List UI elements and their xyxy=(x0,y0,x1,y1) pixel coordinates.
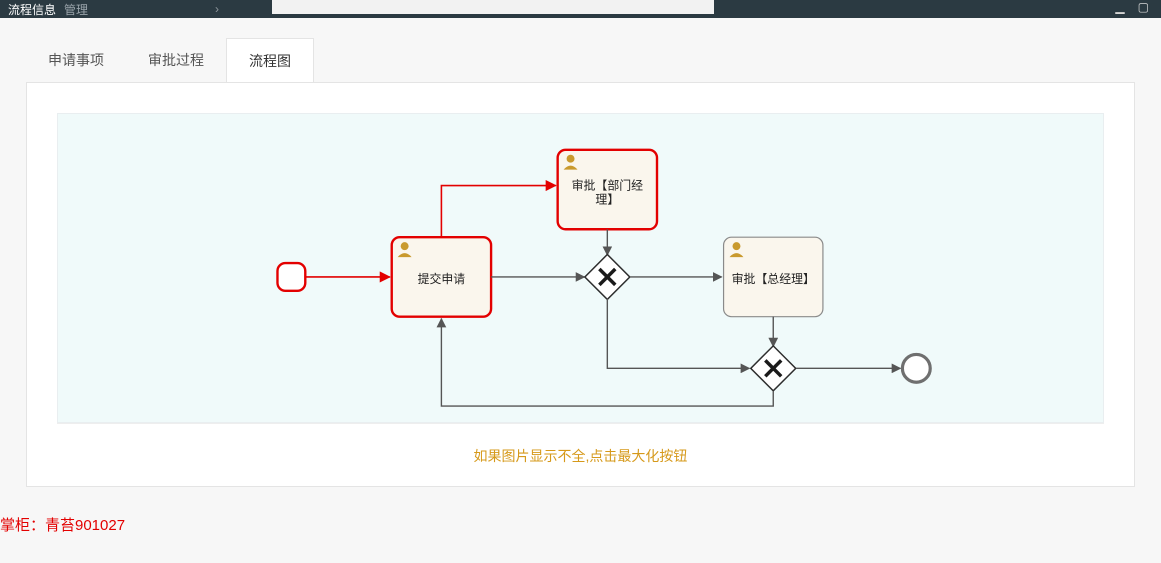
maximize-icon[interactable]: ▢ xyxy=(1138,0,1149,14)
gateway-2 xyxy=(751,346,796,391)
content-area: 申请事项 审批过程 流程图 xyxy=(0,18,1161,563)
task-gm-label: 审批【总经理】 xyxy=(732,272,815,286)
hint-text: 如果图片显示不全,点击最大化按钮 xyxy=(57,423,1104,476)
tab-approval-process[interactable]: 审批过程 xyxy=(126,38,226,83)
gateway-1 xyxy=(585,254,630,299)
task-submit-label: 提交申请 xyxy=(418,272,466,286)
watermark-text: 掌柜：青苔901027 xyxy=(0,514,125,535)
start-event xyxy=(277,263,305,291)
window-title: 流程信息 xyxy=(8,1,56,18)
flowchart-panel: 提交申请 审批【部门经 理】 xyxy=(26,82,1135,487)
tab-flowchart[interactable]: 流程图 xyxy=(226,38,314,83)
task-dept-label-2: 理】 xyxy=(595,192,619,206)
task-dept-label-1: 审批【部门经 xyxy=(572,179,644,193)
window-controls: ▁ ▢ xyxy=(1115,0,1149,14)
bpmn-svg: 提交申请 审批【部门经 理】 xyxy=(58,114,1103,422)
title-bar: 流程信息 管理 › ▁ ▢ xyxy=(0,0,1161,18)
breadcrumb-subtitle: 管理 xyxy=(64,1,88,18)
bpmn-diagram: 提交申请 审批【部门经 理】 xyxy=(57,113,1104,423)
task-general-manager: 审批【总经理】 xyxy=(724,237,823,316)
tabs: 申请事项 审批过程 流程图 xyxy=(26,38,1135,83)
flow-submit-to-dept xyxy=(441,186,555,238)
end-event xyxy=(902,354,930,382)
obscured-toolbar xyxy=(272,0,714,14)
task-submit: 提交申请 xyxy=(392,237,491,316)
minimize-icon[interactable]: ▁ xyxy=(1115,0,1123,14)
task-dept-manager: 审批【部门经 理】 xyxy=(558,150,657,229)
chevron-right-icon: › xyxy=(215,2,219,16)
tab-apply-items[interactable]: 申请事项 xyxy=(26,38,126,83)
